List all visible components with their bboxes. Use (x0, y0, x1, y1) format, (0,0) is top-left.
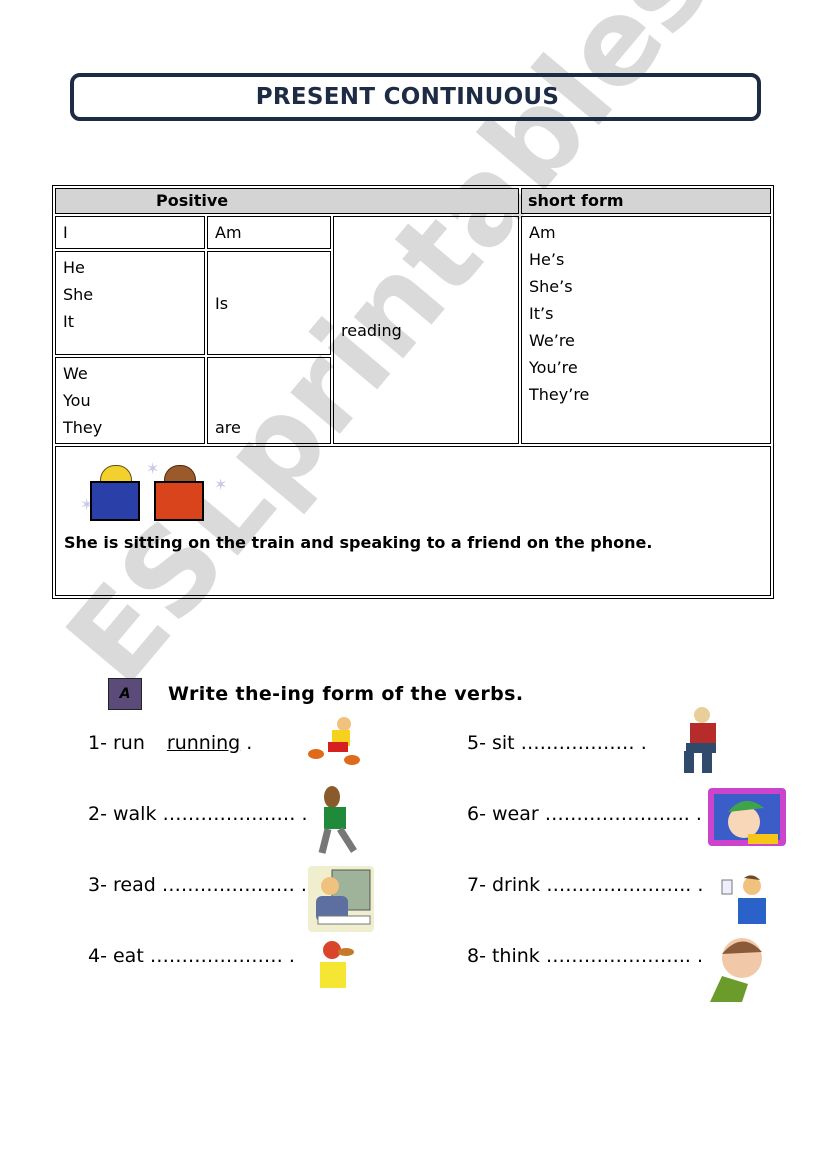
item-verb: 3- read (88, 874, 156, 896)
example-sentence: She is sitting on the train and speaking… (64, 533, 653, 552)
item-blank[interactable]: ………………… . (156, 874, 307, 896)
sitting-man-icon (676, 705, 726, 779)
item-blank[interactable]: ………………… . (144, 945, 295, 967)
short-form: He’s (529, 250, 565, 269)
short-form: It’s (529, 304, 554, 323)
header-positive: Positive (55, 188, 519, 214)
exercise-item[interactable]: 1- run running . (88, 732, 252, 754)
thinking-man-icon (708, 932, 774, 1002)
subject-cell: I (55, 216, 205, 249)
subject: She (63, 285, 94, 304)
short-form: You’re (529, 358, 578, 377)
walking-man-icon (314, 785, 370, 857)
item-answer[interactable]: running (167, 732, 240, 754)
grammar-table: Positive short form I Am reading Am He’s… (52, 185, 774, 599)
boy-reading-icon (150, 465, 208, 523)
subject: It (63, 312, 74, 331)
item-verb: 7- drink (467, 874, 541, 896)
short-form-cell: Am He’s She’s It’s We’re You’re They’re (521, 216, 771, 444)
boy-wearing-cap-icon (708, 788, 786, 846)
exercise-badge: A (108, 678, 142, 710)
item-blank[interactable]: ………………….. . (540, 874, 703, 896)
item-verb: 6- wear (467, 803, 539, 825)
example-cell: ✶ ✶ ✶ She is sitting on the train and sp… (55, 446, 771, 596)
eating-man-icon (316, 938, 358, 990)
item-verb: 5- sit (467, 732, 515, 754)
item-verb: 4- eat (88, 945, 144, 967)
page-title: PRESENT CONTINUOUS (255, 84, 560, 110)
subject: We (63, 364, 88, 383)
short-form: She’s (529, 277, 573, 296)
exercise-item[interactable]: 3- read ………………… . (88, 874, 307, 896)
reading-kids-illustration: ✶ ✶ ✶ (80, 459, 762, 523)
title-banner: PRESENT CONTINUOUS (70, 73, 761, 121)
item-verb: 2- walk (88, 803, 157, 825)
header-short-form: short form (521, 188, 771, 214)
subject: They (63, 418, 103, 437)
item-blank[interactable]: ………………… . (156, 803, 307, 825)
subject-cell: He She It (55, 251, 205, 355)
exercise-item[interactable]: 2- walk ………………… . (88, 803, 308, 825)
main-verb-cell: reading (333, 216, 519, 444)
subject: You (63, 391, 91, 410)
verb-cell: Is (207, 251, 331, 355)
short-form: They’re (529, 385, 590, 404)
item-blank: . (240, 732, 253, 754)
exercise-item[interactable]: 6- wear ………………….. . (467, 803, 702, 825)
verb-cell: Am (207, 216, 331, 249)
exercise-item[interactable]: 5- sit ……………… . (467, 732, 647, 754)
exercise-instruction: Write the-ing form of the verbs. (168, 683, 524, 705)
exercise-item[interactable]: 4- eat ………………… . (88, 945, 295, 967)
subject: He (63, 258, 85, 277)
reading-student-icon (308, 866, 374, 932)
drinking-boy-icon (718, 872, 770, 928)
item-blank[interactable]: ……………… . (515, 732, 647, 754)
verb-cell: are (207, 357, 331, 444)
star-icon: ✶ (214, 475, 228, 494)
item-blank[interactable]: ………………….. . (540, 945, 703, 967)
running-boy-icon (306, 714, 364, 766)
exercise-item[interactable]: 8- think ………………….. . (467, 945, 703, 967)
short-form: We’re (529, 331, 575, 350)
exercise-item[interactable]: 7- drink ………………….. . (467, 874, 703, 896)
exercise-header: A Write the-ing form of the verbs. (108, 678, 523, 710)
item-blank[interactable]: ………………….. . (539, 803, 702, 825)
subject-cell: We You They (55, 357, 205, 444)
item-verb: 8- think (467, 945, 540, 967)
short-form: Am (529, 223, 556, 242)
item-verb: 1- run (88, 732, 145, 754)
girl-reading-icon (86, 465, 144, 523)
